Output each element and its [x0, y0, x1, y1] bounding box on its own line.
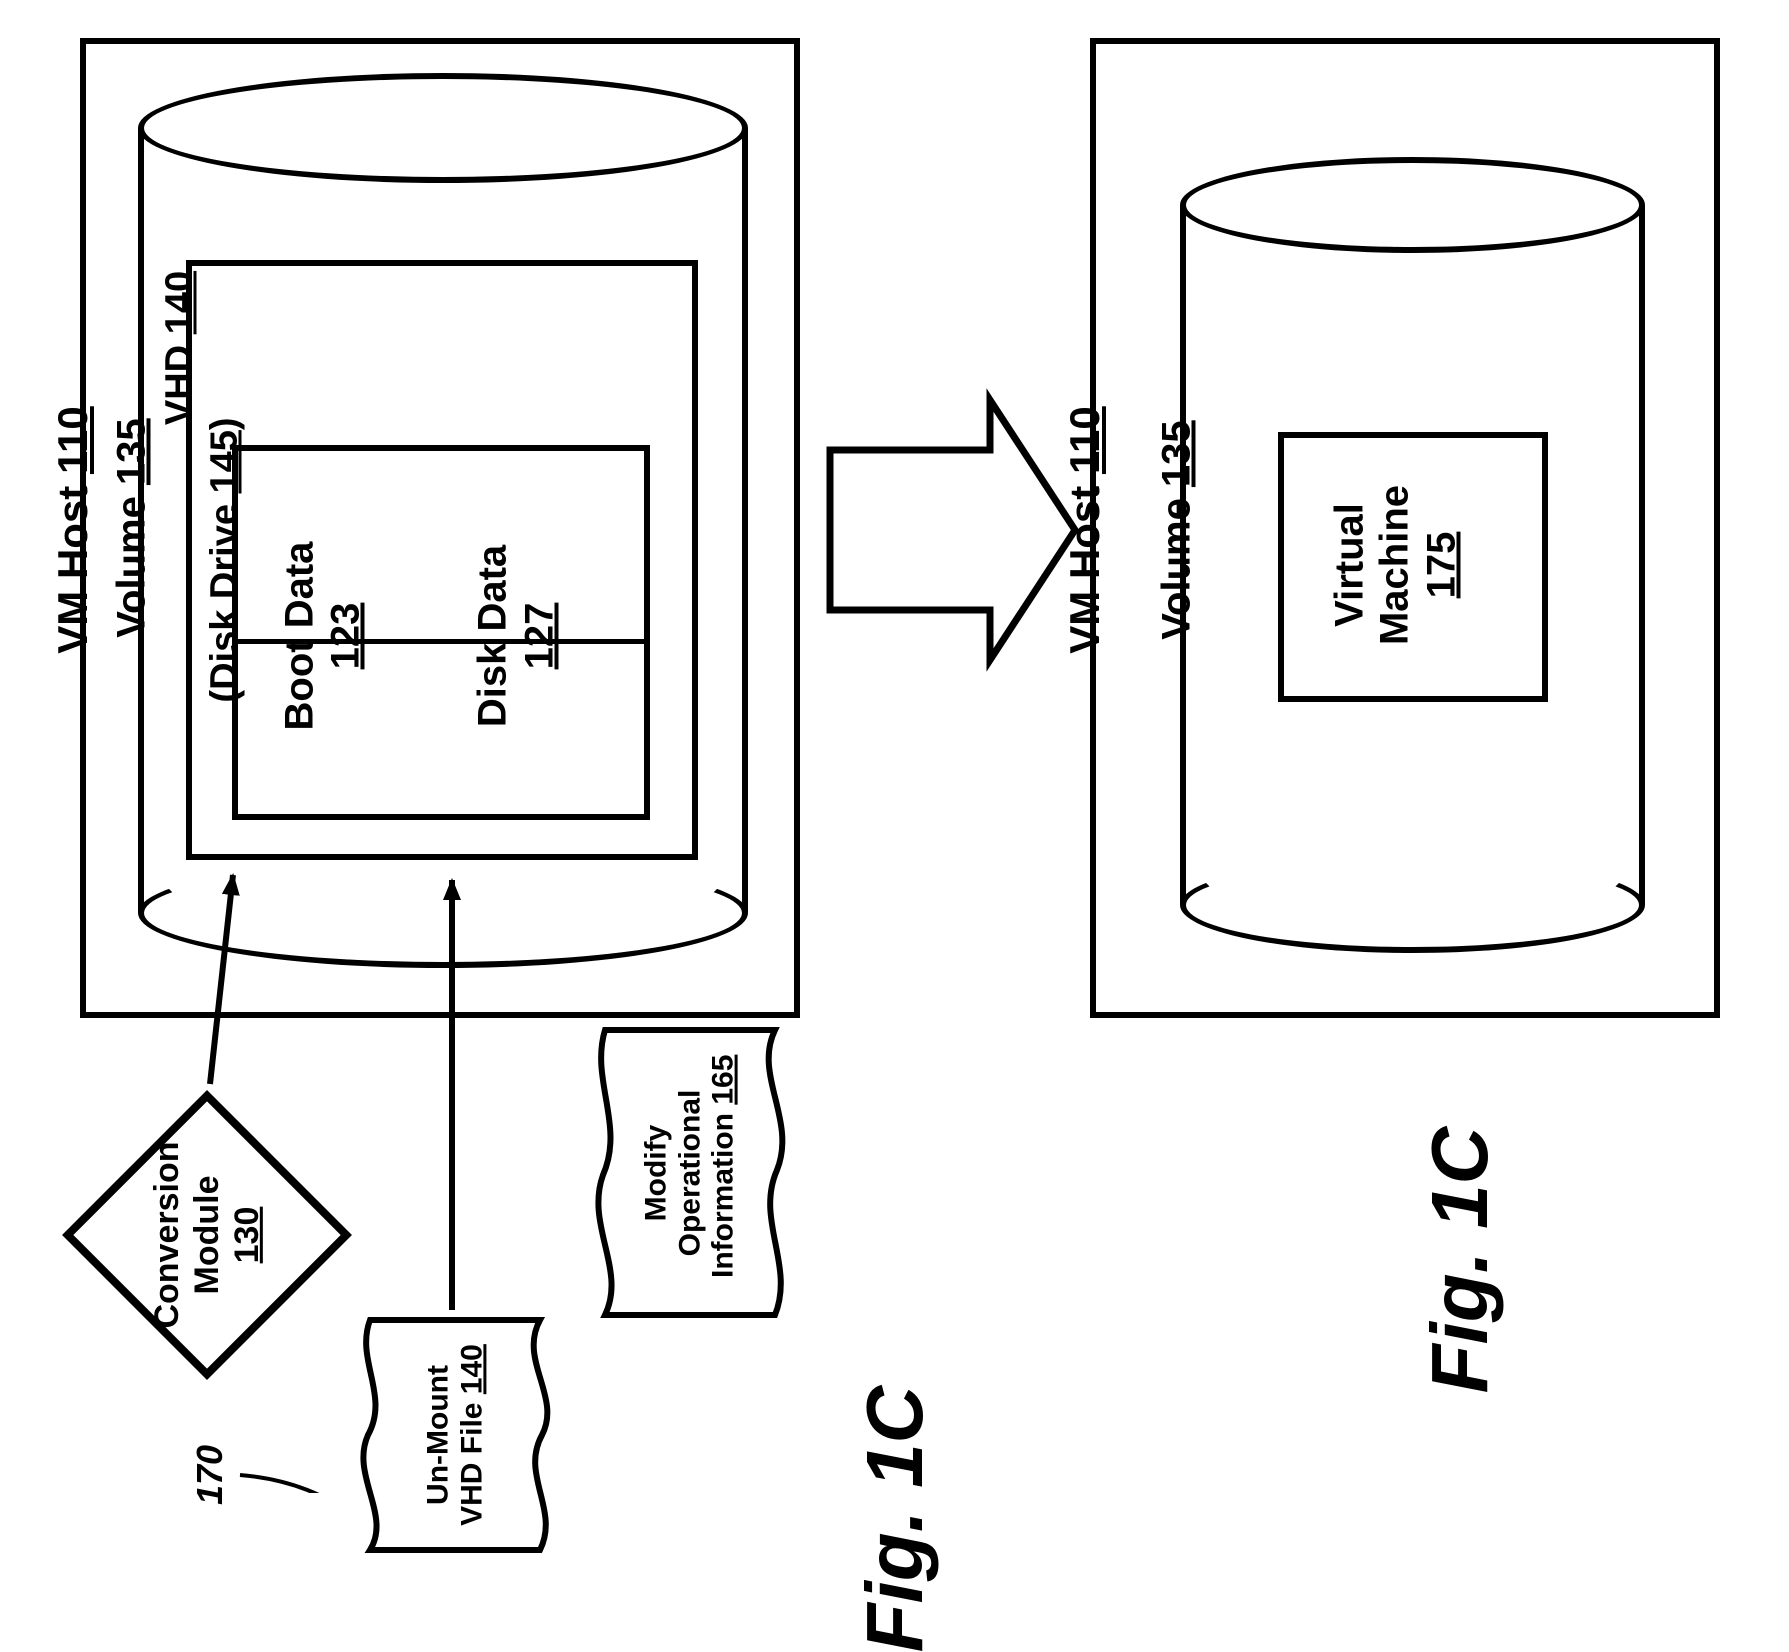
msg-modify-label: Modify Operational Information 165 [585, 1122, 795, 1223]
vhd-label-number: 140 [159, 271, 201, 334]
disk-data-number: 127 [518, 576, 563, 696]
vm-host-label-top-number: 110 [49, 406, 96, 474]
volume-cylinder-bottom-cap [1180, 157, 1645, 253]
vm-label-line1: Virtual [1328, 465, 1373, 665]
figure-caption-text: Fig. 1C [850, 1386, 939, 1652]
volume-cylinder-top-cap [138, 73, 748, 183]
msg-modify-line2: Operational [673, 1068, 707, 1278]
msg-unmount-line1: Un-Mount [421, 1330, 455, 1540]
figure-caption-fixed: Fig. 1C [1414, 1060, 1506, 1460]
msg-unmount-label: Un-Mount VHD File 140 [350, 1401, 560, 1468]
volume-label-top: Volume 135 [110, 388, 155, 668]
conversion-module-diamond: Conversion Module 130 [62, 1090, 352, 1380]
vm-number: 175 [1420, 505, 1465, 625]
conversion-module-label: Conversion Module 130 [87, 1175, 327, 1295]
vhd-label-line1: VHD 140 [159, 238, 202, 458]
vm-host-label-bottom-number: 110 [1061, 406, 1108, 474]
vm-host-label-top: VM Host 110 [49, 380, 97, 680]
msg-unmount-line2-prefix: VHD File [455, 1394, 488, 1526]
conversion-line2: Module [187, 1115, 227, 1355]
msg-modify-line3-prefix: Information [707, 1104, 740, 1277]
volume-cylinder-bottom-bottom [1180, 857, 1645, 953]
diagram-canvas: VM Host 110 Volume 135 VHD 140 (Disk Dri… [0, 0, 1789, 1493]
volume-label-top-prefix: Volume [110, 485, 154, 638]
volume-label-top-number: 135 [110, 418, 154, 485]
msg-unmount-line2-number: 140 [455, 1344, 488, 1394]
conversion-number: 130 [227, 1115, 267, 1355]
ref-170-label: 170 [189, 1415, 231, 1535]
msg-unmount-vhd: Un-Mount VHD File 140 [350, 1315, 560, 1555]
vm-host-label-bottom-prefix: VM Host [1061, 474, 1108, 654]
conversion-line1: Conversion [147, 1115, 187, 1355]
vm-host-label-bottom: VM Host 110 [1061, 380, 1109, 680]
boot-data-number: 123 [324, 576, 369, 696]
transition-arrow [830, 400, 1075, 660]
volume-label-bottom-number: 135 [1155, 420, 1199, 487]
volume-label-bottom-prefix: Volume [1155, 487, 1199, 640]
volume-cylinder-top-bottom [138, 858, 748, 968]
vhd-label-prefix: VHD [159, 334, 201, 425]
vm-host-label-top-prefix: VM Host [49, 474, 96, 654]
msg-modify-line3-number: 165 [707, 1054, 740, 1104]
msg-modify-operational: Modify Operational Information 165 [585, 1025, 795, 1320]
leader-170 [240, 1475, 365, 1493]
volume-label-bottom: Volume 135 [1155, 390, 1200, 670]
disk-data-label: Disk Data [471, 506, 516, 766]
msg-modify-line1: Modify [640, 1068, 674, 1278]
vhd-diskdrive-suffix: ) [204, 417, 246, 430]
vm-label-line2: Machine [1373, 465, 1418, 665]
boot-data-label: Boot Data [278, 506, 323, 766]
